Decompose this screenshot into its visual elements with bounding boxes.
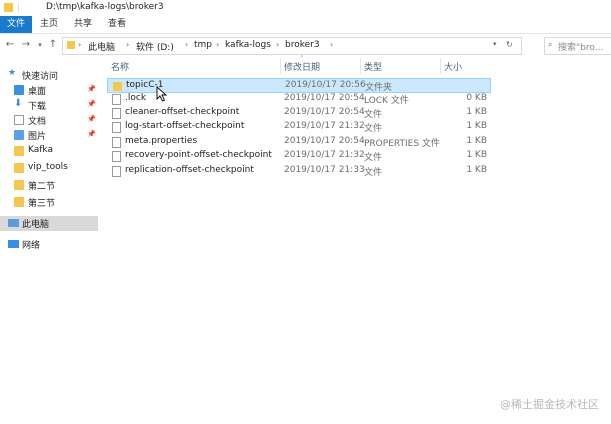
folder-icon [113, 82, 122, 91]
breadcrumb-chevron-icon: › [216, 40, 220, 49]
recent-locations-button[interactable]: ▾ [33, 38, 47, 52]
nav-item-documents[interactable]: 文档 📌 [0, 113, 98, 128]
breadcrumb-broker3[interactable]: broker3 [285, 40, 320, 50]
breadcrumb-chevron-icon: › [185, 40, 189, 49]
file-icon [112, 137, 121, 148]
address-bar[interactable]: › 此电脑 › 软件 (D:) › tmp › kafka-logs › bro… [62, 37, 522, 55]
ribbon-tabs: 文件 主页 共享 查看 [0, 16, 611, 34]
folder-icon [14, 197, 24, 207]
tab-home[interactable]: 主页 [36, 16, 62, 33]
pin-icon: 📌 [87, 130, 96, 138]
breadcrumb-chevron-icon: › [78, 40, 82, 49]
column-header-size[interactable]: 大小 [444, 60, 462, 73]
nav-item-this-pc[interactable]: 此电脑 [0, 216, 98, 231]
breadcrumb-chevron-icon: › [330, 40, 334, 49]
breadcrumb-kafka-logs[interactable]: kafka-logs [225, 40, 271, 50]
address-row: ← → ▾ ↑ › 此电脑 › 软件 (D:) › tmp › kafka-lo… [0, 34, 611, 56]
computer-icon [8, 219, 19, 227]
window-title: D:\tmp\kafka-logs\broker3 [46, 2, 164, 12]
nav-item-section-2[interactable]: 第二节 [0, 178, 98, 193]
tab-file[interactable]: 文件 [0, 16, 32, 33]
file-row-replication-offset-checkpoint[interactable]: replication-offset-checkpoint 2019/10/17… [107, 164, 491, 179]
title-bar: D:\tmp\kafka-logs\broker3 [0, 0, 611, 16]
pin-icon: 📌 [87, 85, 96, 93]
folder-icon [14, 163, 24, 173]
nav-item-vip-tools[interactable]: vip_tools [0, 161, 98, 176]
back-button[interactable]: ← [3, 38, 17, 52]
column-divider[interactable] [360, 58, 361, 74]
nav-item-network[interactable]: 网络 [0, 237, 98, 252]
column-divider[interactable] [280, 58, 281, 74]
folder-icon [14, 146, 24, 156]
document-icon [14, 115, 24, 125]
column-header-name[interactable]: 名称 [111, 60, 129, 73]
column-header-type[interactable]: 类型 [364, 60, 382, 73]
network-icon [8, 240, 19, 248]
app-folder-icon [4, 3, 13, 12]
refresh-icon[interactable]: ↻ [506, 40, 513, 49]
desktop-icon [14, 85, 24, 95]
watermark-text: @稀土掘金技术社区 [500, 398, 599, 411]
up-button[interactable]: ↑ [46, 38, 60, 52]
folder-icon [14, 180, 24, 190]
pin-icon: 📌 [87, 100, 96, 108]
nav-item-quick-access[interactable]: ★ 快速访问 [0, 68, 98, 83]
folder-icon [67, 41, 75, 49]
navigation-pane: ★ 快速访问 桌面 📌 ⬇ 下载 📌 文档 📌 图片 📌 Kafka vip_t… [0, 64, 98, 264]
breadcrumb-drive-d[interactable]: 软件 (D:) [136, 40, 174, 53]
search-box[interactable]: ⌕ 搜索"bro... [544, 37, 611, 55]
file-icon [112, 151, 121, 162]
file-icon [112, 108, 121, 119]
sort-chevron-icon: ˄ [300, 55, 304, 63]
quick-access-toolbar[interactable] [18, 3, 41, 12]
breadcrumb-chevron-icon: › [126, 40, 130, 49]
file-row-meta-properties[interactable]: meta.properties 2019/10/17 20:54 PROPERT… [107, 135, 491, 150]
address-dropdown-icon[interactable]: ▾ [493, 40, 497, 48]
file-icon [112, 166, 121, 177]
mouse-cursor-icon [156, 86, 168, 102]
file-row-recovery-point-offset-checkpoint[interactable]: recovery-point-offset-checkpoint 2019/10… [107, 149, 491, 164]
file-row-cleaner-offset-checkpoint[interactable]: cleaner-offset-checkpoint 2019/10/17 20:… [107, 106, 491, 121]
file-icon [112, 94, 121, 105]
picture-icon [14, 130, 24, 140]
breadcrumb-this-pc[interactable]: 此电脑 [88, 40, 115, 53]
nav-item-kafka[interactable]: Kafka [0, 144, 98, 159]
breadcrumb-tmp[interactable]: tmp [194, 40, 212, 50]
forward-button[interactable]: → [19, 38, 33, 52]
search-placeholder: 搜索"bro... [558, 43, 604, 53]
download-icon: ⬇ [14, 98, 23, 109]
pin-icon: 📌 [87, 115, 96, 123]
breadcrumb-chevron-icon: › [276, 40, 280, 49]
tab-view[interactable]: 查看 [104, 16, 130, 33]
star-icon: ★ [8, 68, 17, 78]
nav-item-pictures[interactable]: 图片 📌 [0, 128, 98, 143]
file-icon [112, 122, 121, 133]
nav-item-downloads[interactable]: ⬇ 下载 📌 [0, 98, 98, 113]
column-divider[interactable] [440, 58, 441, 74]
file-row-log-start-offset-checkpoint[interactable]: log-start-offset-checkpoint 2019/10/17 2… [107, 120, 491, 135]
nav-item-desktop[interactable]: 桌面 📌 [0, 83, 98, 98]
nav-item-section-3[interactable]: 第三节 [0, 195, 98, 210]
tab-share[interactable]: 共享 [70, 16, 96, 33]
search-icon: ⌕ [548, 40, 553, 49]
